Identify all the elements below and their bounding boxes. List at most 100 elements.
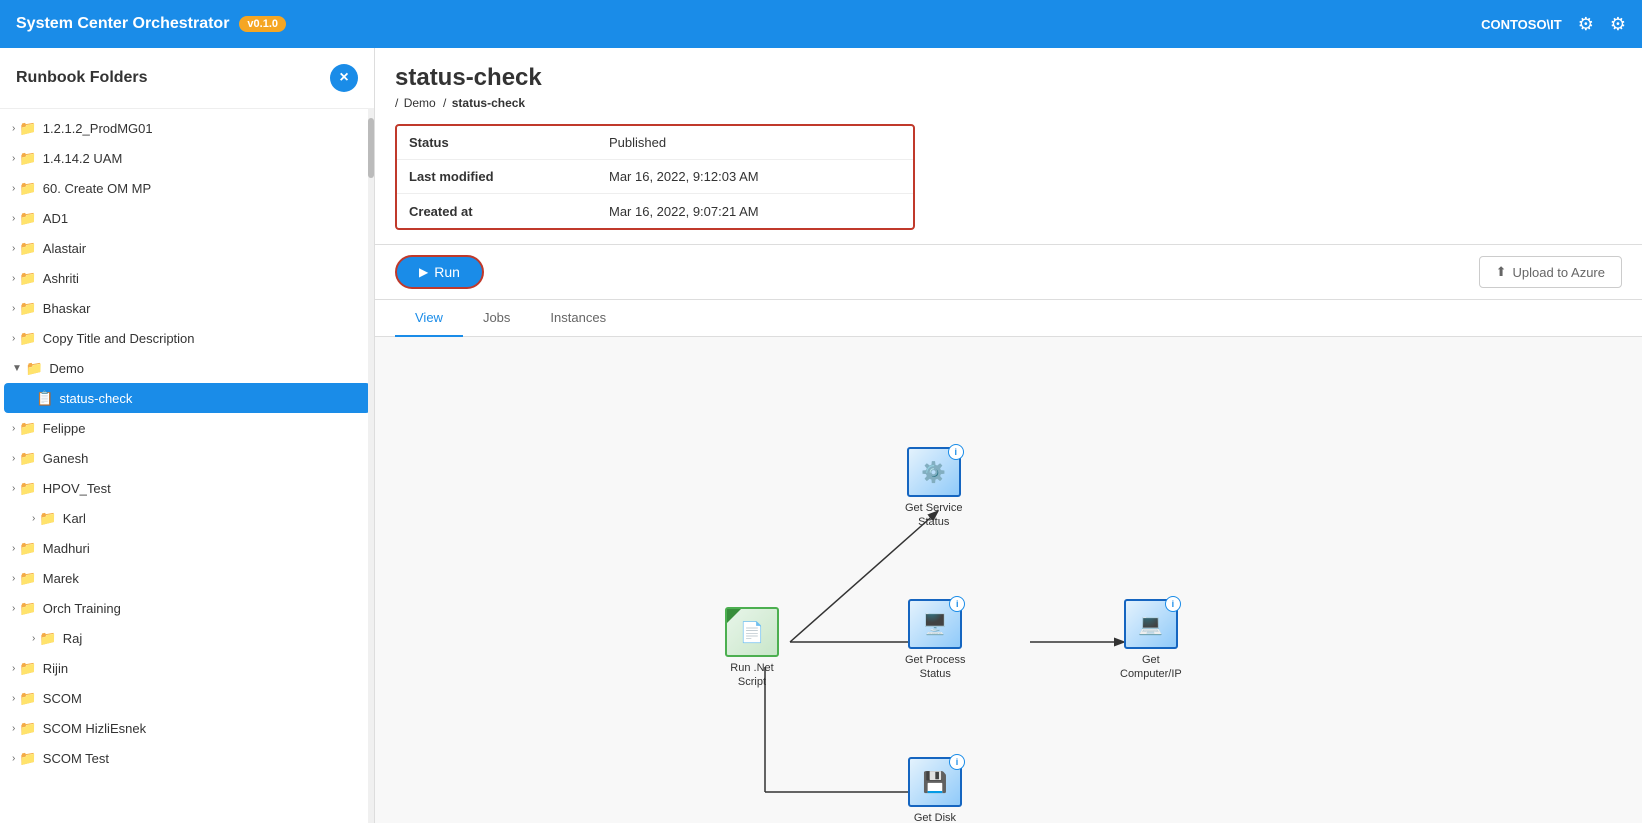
- folder-icon: 📁: [19, 570, 36, 587]
- folder-icon: 📁: [19, 540, 36, 557]
- node-get-computer-ip[interactable]: 💻 i GetComputer/IP: [1120, 599, 1182, 682]
- play-icon: ▶: [419, 265, 428, 279]
- sidebar-item-scomhizli[interactable]: ›📁SCOM HizliEsnek: [0, 713, 374, 743]
- upload-to-azure-button[interactable]: ⬆ Upload to Azure: [1479, 256, 1622, 288]
- sidebar-header: Runbook Folders ×: [0, 48, 374, 109]
- sidebar-item-label: Marek: [43, 571, 79, 586]
- folder-icon: 📁: [19, 330, 36, 347]
- chevron-icon: ›: [12, 213, 15, 224]
- sidebar-item-raj[interactable]: › 📁 Raj: [0, 623, 374, 653]
- folder-icon: 📁: [39, 630, 56, 647]
- sidebar-item-bhaskar[interactable]: ›📁Bhaskar: [0, 293, 374, 323]
- sidebar-item-rijin[interactable]: ›📁Rijin: [0, 653, 374, 683]
- tab-view[interactable]: View: [395, 300, 463, 337]
- sidebar-item-label: Demo: [49, 361, 84, 376]
- chevron-icon: ›: [12, 423, 15, 434]
- runbook-header: status-check / Demo / status-check Statu…: [375, 48, 1642, 245]
- sidebar-title: Runbook Folders: [16, 69, 148, 87]
- file-icon: 📋: [36, 390, 53, 407]
- settings-icon[interactable]: ⚙: [1578, 14, 1594, 35]
- node-run-net-script[interactable]: 📄 Run .NetScript: [725, 607, 779, 690]
- node-get-disk-space[interactable]: 💾 i Get DiskSpace Statu: [905, 757, 965, 823]
- sidebar-item-label: SCOM Test: [43, 751, 109, 766]
- status-row-created: Created at Mar 16, 2022, 9:07:21 AM: [397, 194, 913, 228]
- tab-instances[interactable]: Instances: [530, 300, 626, 337]
- header-right: CONTOSO\IT ⚙ ⚙: [1481, 14, 1626, 35]
- chevron-icon: ›: [12, 453, 15, 464]
- chevron-icon: ›: [12, 303, 15, 314]
- upload-button-label: Upload to Azure: [1512, 265, 1605, 280]
- chevron-icon: ›: [32, 633, 35, 644]
- app-title: System Center Orchestrator: [16, 15, 229, 33]
- status-row-status: Status Published: [397, 126, 913, 160]
- sidebar-item-marek[interactable]: ›📁Marek: [0, 563, 374, 593]
- sidebar-item-label: AD1: [43, 211, 68, 226]
- folder-icon: 📁: [19, 180, 36, 197]
- node-get-service-label: Get ServiceStatus: [905, 501, 962, 530]
- folder-icon: 📁: [19, 270, 36, 287]
- sidebar-item-label: 60. Create OM MP: [43, 181, 151, 196]
- sidebar: Runbook Folders × ›📁1.2.1.2_ProdMG01 › 📁 1.…: [0, 48, 375, 823]
- sidebar-item-karl[interactable]: ›📁Karl: [0, 503, 374, 533]
- breadcrumb: / Demo / status-check: [395, 96, 1622, 110]
- node-get-service-status[interactable]: ⚙️ i Get ServiceStatus: [905, 447, 962, 530]
- status-row-modified: Last modified Mar 16, 2022, 9:12:03 AM: [397, 160, 913, 194]
- sidebar-item-ganesh[interactable]: ›📁Ganesh: [0, 443, 374, 473]
- node-get-process-status[interactable]: 🖥️ i Get ProcessStatus: [905, 599, 966, 682]
- sidebar-item-scomtest[interactable]: ›📁SCOM Test: [0, 743, 374, 773]
- action-bar: ▶ Run ⬆ Upload to Azure: [375, 245, 1642, 300]
- runbook-title: status-check: [395, 64, 1622, 92]
- sidebar-item-scom[interactable]: › 📁 SCOM: [0, 683, 374, 713]
- header-left: System Center Orchestrator v0.1.0: [16, 15, 286, 33]
- sidebar-item-copytitle[interactable]: ›📁Copy Title and Description: [0, 323, 374, 353]
- folder-icon: 📁: [39, 510, 56, 527]
- sidebar-item-orch[interactable]: ›📁Orch Training: [0, 593, 374, 623]
- folder-icon: 📁: [19, 150, 36, 167]
- sidebar-scrollbar[interactable]: [368, 108, 374, 823]
- sidebar-item-alastair[interactable]: ›📁Alastair: [0, 233, 374, 263]
- sidebar-item-label: Raj: [63, 631, 83, 646]
- sidebar-item-demo[interactable]: ▼📁Demo: [0, 353, 374, 383]
- chevron-icon: ›: [12, 153, 15, 164]
- run-button[interactable]: ▶ Run: [395, 255, 484, 289]
- chevron-icon: ›: [12, 693, 15, 704]
- sidebar-item-hpov[interactable]: ›📁HPOV_Test: [0, 473, 374, 503]
- breadcrumb-parent: Demo: [404, 96, 436, 110]
- created-at-label: Created at: [409, 204, 609, 219]
- sidebar-item-60[interactable]: › 📁 60. Create OM MP: [0, 173, 374, 203]
- chevron-icon: ›: [12, 753, 15, 764]
- sidebar-item-label: Bhaskar: [43, 301, 91, 316]
- sidebar-item-1414[interactable]: › 📁 1.4.14.2 UAM: [0, 143, 374, 173]
- chevron-icon: ›: [12, 603, 15, 614]
- last-modified-label: Last modified: [409, 169, 609, 184]
- sidebar-item-label: HPOV_Test: [43, 481, 111, 496]
- gear-icon[interactable]: ⚙: [1610, 14, 1626, 35]
- chevron-icon: ›: [12, 723, 15, 734]
- tab-jobs[interactable]: Jobs: [463, 300, 530, 337]
- chevron-icon: ›: [12, 183, 15, 194]
- breadcrumb-prefix: /: [395, 96, 398, 110]
- main-layout: Runbook Folders × ›📁1.2.1.2_ProdMG01 › 📁 1.…: [0, 48, 1642, 823]
- status-label: Status: [409, 135, 609, 150]
- sidebar-item-status-check[interactable]: 📋status-check: [4, 383, 370, 413]
- sidebar-item-label: Orch Training: [43, 601, 121, 616]
- sidebar-item-madhuri[interactable]: ›📁Madhuri: [0, 533, 374, 563]
- sidebar-close-button[interactable]: ×: [330, 64, 358, 92]
- process-icon: 🖥️: [923, 612, 948, 637]
- sidebar-item-label: SCOM: [43, 691, 82, 706]
- status-value: Published: [609, 135, 666, 150]
- sidebar-item-label: Felippe: [43, 421, 86, 436]
- chevron-icon: ›: [32, 513, 35, 524]
- sidebar-item-1212[interactable]: ›📁1.2.1.2_ProdMG01: [0, 113, 374, 143]
- sidebar-item-label: 1.4.14.2 UAM: [43, 151, 123, 166]
- folder-icon: 📁: [19, 660, 36, 677]
- tabs-bar: View Jobs Instances: [375, 300, 1642, 337]
- breadcrumb-current: status-check: [452, 96, 525, 110]
- sidebar-item-felippe[interactable]: ›📁Felippe: [0, 413, 374, 443]
- chevron-icon: ›: [12, 663, 15, 674]
- app-header: System Center Orchestrator v0.1.0 CONTOS…: [0, 0, 1642, 48]
- sidebar-item-ad1[interactable]: ›📁AD1: [0, 203, 374, 233]
- connector-lines: [375, 337, 1642, 823]
- sidebar-item-ashriti[interactable]: ›📁Ashriti: [0, 263, 374, 293]
- folder-icon: 📁: [19, 690, 36, 707]
